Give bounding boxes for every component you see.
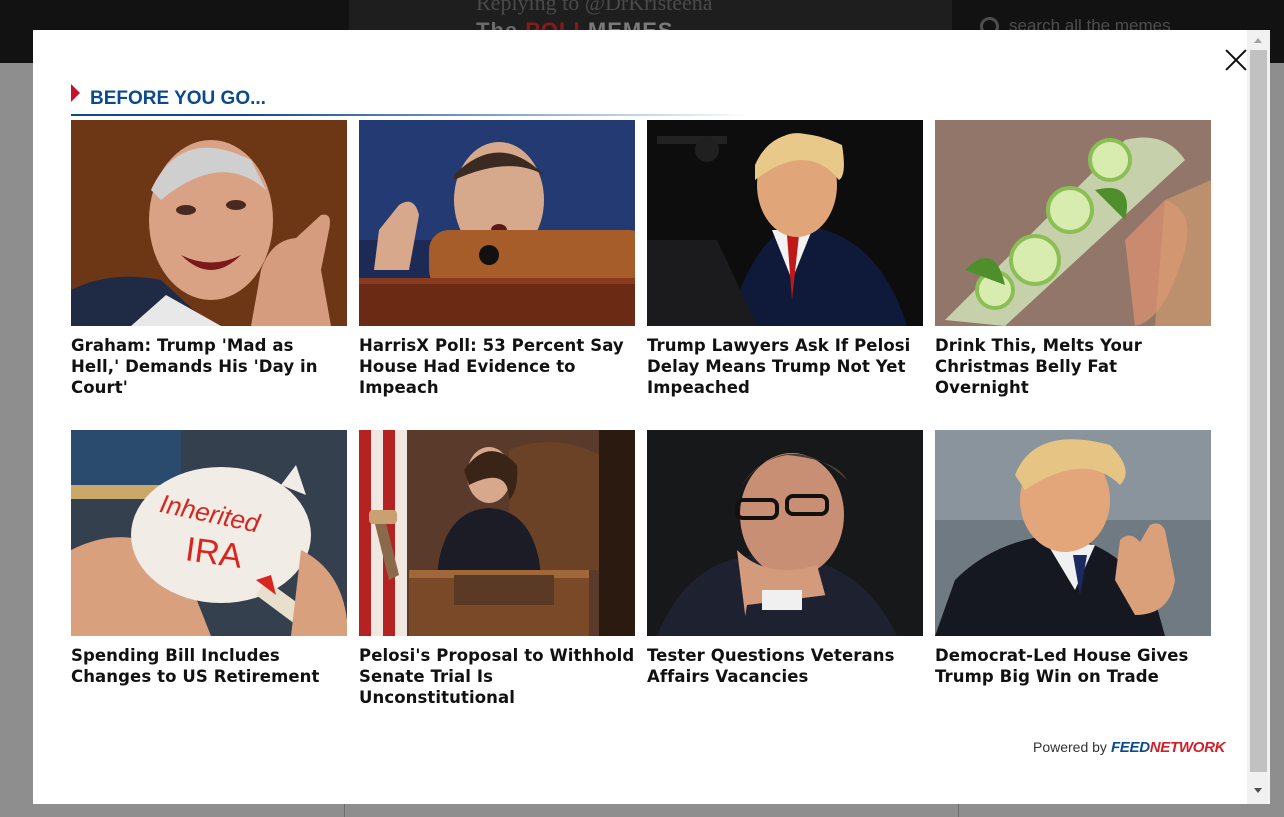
section-header: BEFORE YOU GO...: [71, 84, 751, 116]
header-divider: [71, 114, 751, 116]
section-title: BEFORE YOU GO...: [90, 88, 266, 109]
recommendation-card[interactable]: Trump Lawyers Ask If Pelosi Delay Means …: [647, 120, 923, 430]
card-thumbnail[interactable]: Inherited IRA: [71, 430, 347, 636]
card-thumbnail[interactable]: [647, 430, 923, 636]
card-thumbnail[interactable]: [647, 120, 923, 326]
card-thumbnail[interactable]: [935, 120, 1211, 326]
close-icon[interactable]: [1224, 48, 1248, 72]
powered-by-label: Powered by: [1033, 739, 1107, 755]
feednetwork-logo-feed: FEED: [1110, 739, 1150, 756]
card-thumbnail[interactable]: [359, 120, 635, 326]
recommendation-card[interactable]: HarrisX Poll: 53 Percent Say House Had E…: [359, 120, 635, 430]
recommendation-grid: Graham: Trump 'Mad as Hell,' Demands His…: [71, 120, 1211, 740]
before-you-go-modal: BEFORE YOU GO... Graham: Trump 'Mad as H…: [33, 30, 1270, 804]
recommendation-card[interactable]: Democrat-Led House Gives Trump Big Win o…: [935, 430, 1211, 740]
scroll-thumb[interactable]: [1250, 50, 1267, 772]
feednetwork-logo[interactable]: FEEDNETWORK: [1110, 739, 1226, 756]
powered-by: Powered by FEEDNETWORK: [1033, 739, 1225, 756]
card-title[interactable]: Drink This, Melts Your Christmas Belly F…: [935, 335, 1211, 398]
background-tweet-text: Replying to @DrKristeena: [476, 0, 713, 15]
modal-scrollbar[interactable]: [1247, 30, 1270, 804]
recommendation-card[interactable]: Inherited IRA Spending Bill Includes Cha…: [71, 430, 347, 740]
card-thumbnail[interactable]: [359, 430, 635, 636]
recommendation-card[interactable]: Drink This, Melts Your Christmas Belly F…: [935, 120, 1211, 430]
red-arrow-icon: [71, 84, 80, 102]
card-thumbnail[interactable]: [935, 430, 1211, 636]
scroll-down-arrow-icon[interactable]: [1254, 788, 1262, 793]
card-title[interactable]: HarrisX Poll: 53 Percent Say House Had E…: [359, 335, 635, 398]
card-title[interactable]: Pelosi's Proposal to Withhold Senate Tri…: [359, 645, 635, 708]
ira-text-line2: IRA: [183, 530, 245, 576]
recommendation-card[interactable]: Pelosi's Proposal to Withhold Senate Tri…: [359, 430, 635, 740]
feednetwork-logo-network: NETWORK: [1149, 739, 1226, 756]
card-title[interactable]: Tester Questions Veterans Affairs Vacanc…: [647, 645, 923, 687]
scroll-up-arrow-icon[interactable]: [1254, 38, 1262, 43]
card-title[interactable]: Democrat-Led House Gives Trump Big Win o…: [935, 645, 1211, 687]
card-title[interactable]: Graham: Trump 'Mad as Hell,' Demands His…: [71, 335, 347, 398]
recommendation-card[interactable]: Graham: Trump 'Mad as Hell,' Demands His…: [71, 120, 347, 430]
card-title[interactable]: Spending Bill Includes Changes to US Ret…: [71, 645, 347, 687]
recommendation-card[interactable]: Tester Questions Veterans Affairs Vacanc…: [647, 430, 923, 740]
card-thumbnail[interactable]: [71, 120, 347, 326]
card-title[interactable]: Trump Lawyers Ask If Pelosi Delay Means …: [647, 335, 923, 398]
